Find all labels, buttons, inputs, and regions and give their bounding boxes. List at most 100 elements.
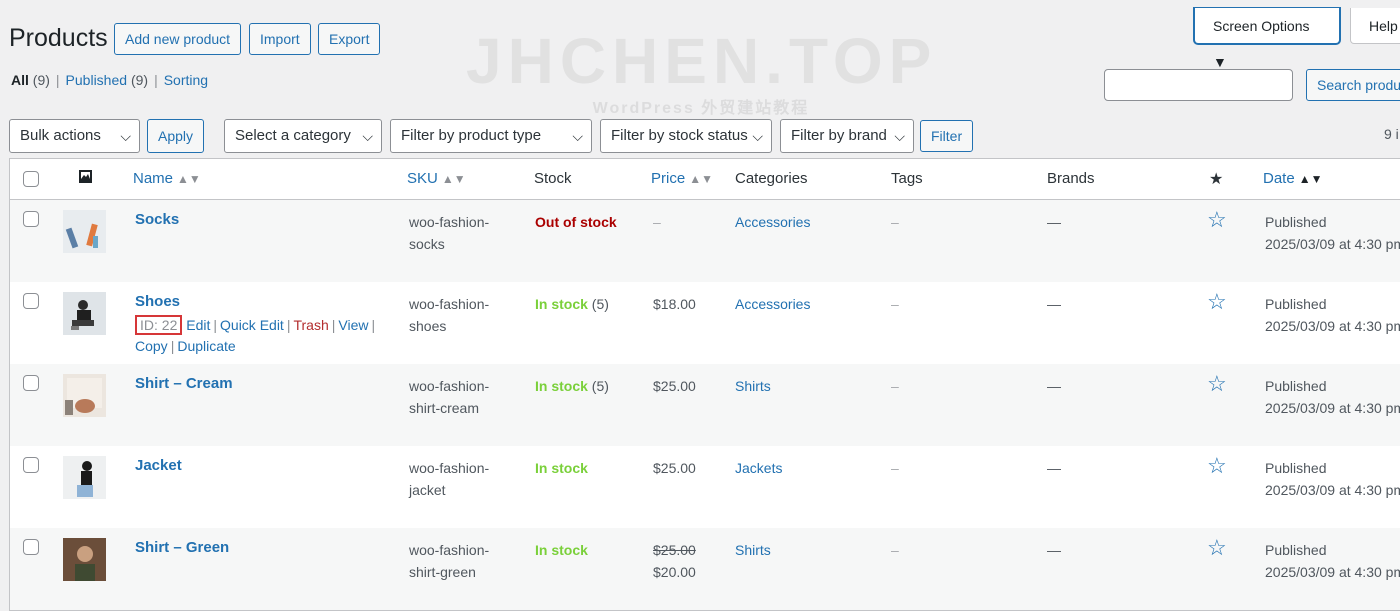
stock-status-select[interactable]: Filter by stock status ⌵ (600, 119, 772, 153)
sku: woo-fashion-shoes (409, 296, 490, 334)
sort-desc-icon: ▲▼ (1298, 172, 1323, 186)
duplicate-link[interactable]: Duplicate (177, 338, 235, 354)
table-row: Socks woo-fashion-socks Out of stock – A… (10, 200, 1400, 282)
row-checkbox[interactable] (23, 211, 39, 227)
row-actions: ID: 22 Edit | Quick Edit | Trash | View | Copy | D… (135, 315, 376, 354)
search-products-button[interactable]: Search produ (1306, 69, 1400, 101)
view-sorting[interactable]: Sorting (164, 72, 208, 88)
bulk-actions-select[interactable]: Bulk actions ⌵ (9, 119, 140, 153)
stock-status: In stock (535, 542, 588, 558)
column-date[interactable]: Date ▲▼ (1263, 170, 1322, 187)
column-categories: Categories (735, 170, 808, 187)
category-link[interactable]: Shirts (735, 539, 771, 561)
export-button[interactable]: Export (318, 23, 381, 55)
column-brands: Brands (1047, 170, 1095, 187)
date: Published 2025/03/09 at 4:30 pm (1265, 296, 1400, 334)
tags: – (891, 214, 899, 230)
column-tags: Tags (891, 170, 923, 187)
category-select[interactable]: Select a category ⌵ (224, 119, 382, 153)
featured-star-icon[interactable]: ☆ (1207, 373, 1227, 395)
view-all[interactable]: All (9) (11, 72, 50, 88)
quick-edit-link[interactable]: Quick Edit (220, 317, 284, 333)
featured-star-icon[interactable]: ☆ (1207, 537, 1227, 559)
category-link[interactable]: Jackets (735, 457, 782, 479)
row-checkbox[interactable] (23, 293, 39, 309)
product-name-link[interactable]: Shoes (135, 293, 180, 310)
category-link[interactable]: Shirts (735, 375, 771, 397)
items-count: 9 i (1384, 126, 1399, 142)
view-published[interactable]: Published (9) (66, 72, 149, 88)
row-checkbox[interactable] (23, 539, 39, 555)
column-stock: Stock (534, 170, 572, 187)
view-filters: All (9) | Published (9) | Sorting (11, 72, 209, 88)
page-title: Products (9, 24, 108, 52)
sku: woo-fashion-socks (409, 214, 490, 252)
sort-icon: ▲▼ (177, 172, 201, 186)
tags: – (891, 542, 899, 558)
row-checkbox[interactable] (23, 457, 39, 473)
product-thumbnail[interactable] (63, 456, 106, 499)
table-row: Jacket woo-fashion-jacket In stock $25.0… (10, 446, 1400, 528)
product-name-link[interactable]: Shirt – Cream (135, 375, 233, 392)
help-button[interactable]: Help (1350, 8, 1400, 44)
product-type-select[interactable]: Filter by product type ⌵ (390, 119, 592, 153)
category-link[interactable]: Accessories (735, 293, 810, 315)
product-name-link[interactable]: Jacket (135, 457, 182, 474)
product-id: ID: 22 (135, 315, 183, 335)
chevron-down-icon: ⌵ (120, 128, 131, 144)
date: Published 2025/03/09 at 4:30 pm (1265, 460, 1400, 498)
price: $25.00 $20.00 (653, 539, 696, 583)
product-name-link[interactable]: Shirt – Green (135, 539, 229, 556)
sort-icon: ▲▼ (441, 172, 466, 186)
tags: – (891, 378, 899, 394)
sale-price: $20.00 (653, 564, 696, 580)
brands: — (1047, 542, 1061, 558)
sku: woo-fashion-shirt-green (409, 542, 490, 580)
view-link[interactable]: View (338, 317, 368, 333)
row-checkbox[interactable] (23, 375, 39, 391)
edit-link[interactable]: Edit (186, 317, 210, 333)
copy-link[interactable]: Copy (135, 338, 168, 354)
stock-status: Out of stock (535, 214, 617, 230)
stock-status: In stock (535, 460, 588, 476)
image-column-icon (78, 169, 93, 188)
trash-link[interactable]: Trash (293, 317, 328, 333)
watermark-title: JHCHEN.TOP (466, 25, 938, 97)
sku: woo-fashion-shirt-cream (409, 378, 490, 416)
featured-star-icon[interactable]: ☆ (1207, 209, 1227, 231)
column-name[interactable]: Name ▲▼ (133, 170, 201, 187)
product-thumbnail[interactable] (63, 374, 106, 417)
product-thumbnail[interactable] (63, 538, 106, 581)
apply-button[interactable]: Apply (147, 119, 205, 153)
brand-select[interactable]: Filter by brand ⌵ (780, 119, 914, 153)
table-row: Shoes ID: 22 Edit | Quick Edit | Trash | View |… (10, 282, 1400, 364)
screen-options-button[interactable]: Screen Options ▼ (1194, 8, 1340, 70)
search-input[interactable] (1104, 69, 1293, 101)
featured-star-icon[interactable]: ☆ (1207, 455, 1227, 477)
column-price[interactable]: Price ▲▼ (651, 170, 713, 187)
add-new-product-button[interactable]: Add new product (114, 23, 242, 55)
import-button[interactable]: Import (249, 23, 311, 55)
table-header: Name ▲▼ SKU ▲▼ Stock Price ▲▼ Categories Ta… (10, 159, 1400, 200)
stock-status: In stock (5) (535, 378, 609, 394)
date: Published 2025/03/09 at 4:30 pm (1265, 378, 1400, 416)
chevron-down-icon: ⌵ (752, 128, 763, 144)
brands: — (1047, 214, 1061, 230)
brands: — (1047, 378, 1061, 394)
products-table: Name ▲▼ SKU ▲▼ Stock Price ▲▼ Categories Ta… (9, 158, 1400, 611)
product-name-link[interactable]: Socks (135, 211, 179, 228)
select-all-checkbox[interactable] (23, 171, 39, 187)
price: – (653, 214, 661, 230)
table-row: Shirt – Cream woo-fashion-shirt-cream In… (10, 364, 1400, 446)
product-thumbnail[interactable] (63, 210, 106, 253)
tags: – (891, 460, 899, 476)
category-link[interactable]: Accessories (735, 211, 810, 233)
watermark-subtitle: WordPress 外贸建站教程 (592, 100, 810, 117)
filter-button[interactable]: Filter (920, 120, 974, 152)
brands: — (1047, 296, 1061, 312)
column-sku[interactable]: SKU ▲▼ (407, 170, 466, 187)
chevron-down-icon: ⌵ (362, 128, 373, 144)
product-thumbnail[interactable] (63, 292, 106, 335)
featured-star-icon[interactable]: ☆ (1207, 291, 1227, 313)
featured-star-icon: ★ (1209, 171, 1224, 188)
